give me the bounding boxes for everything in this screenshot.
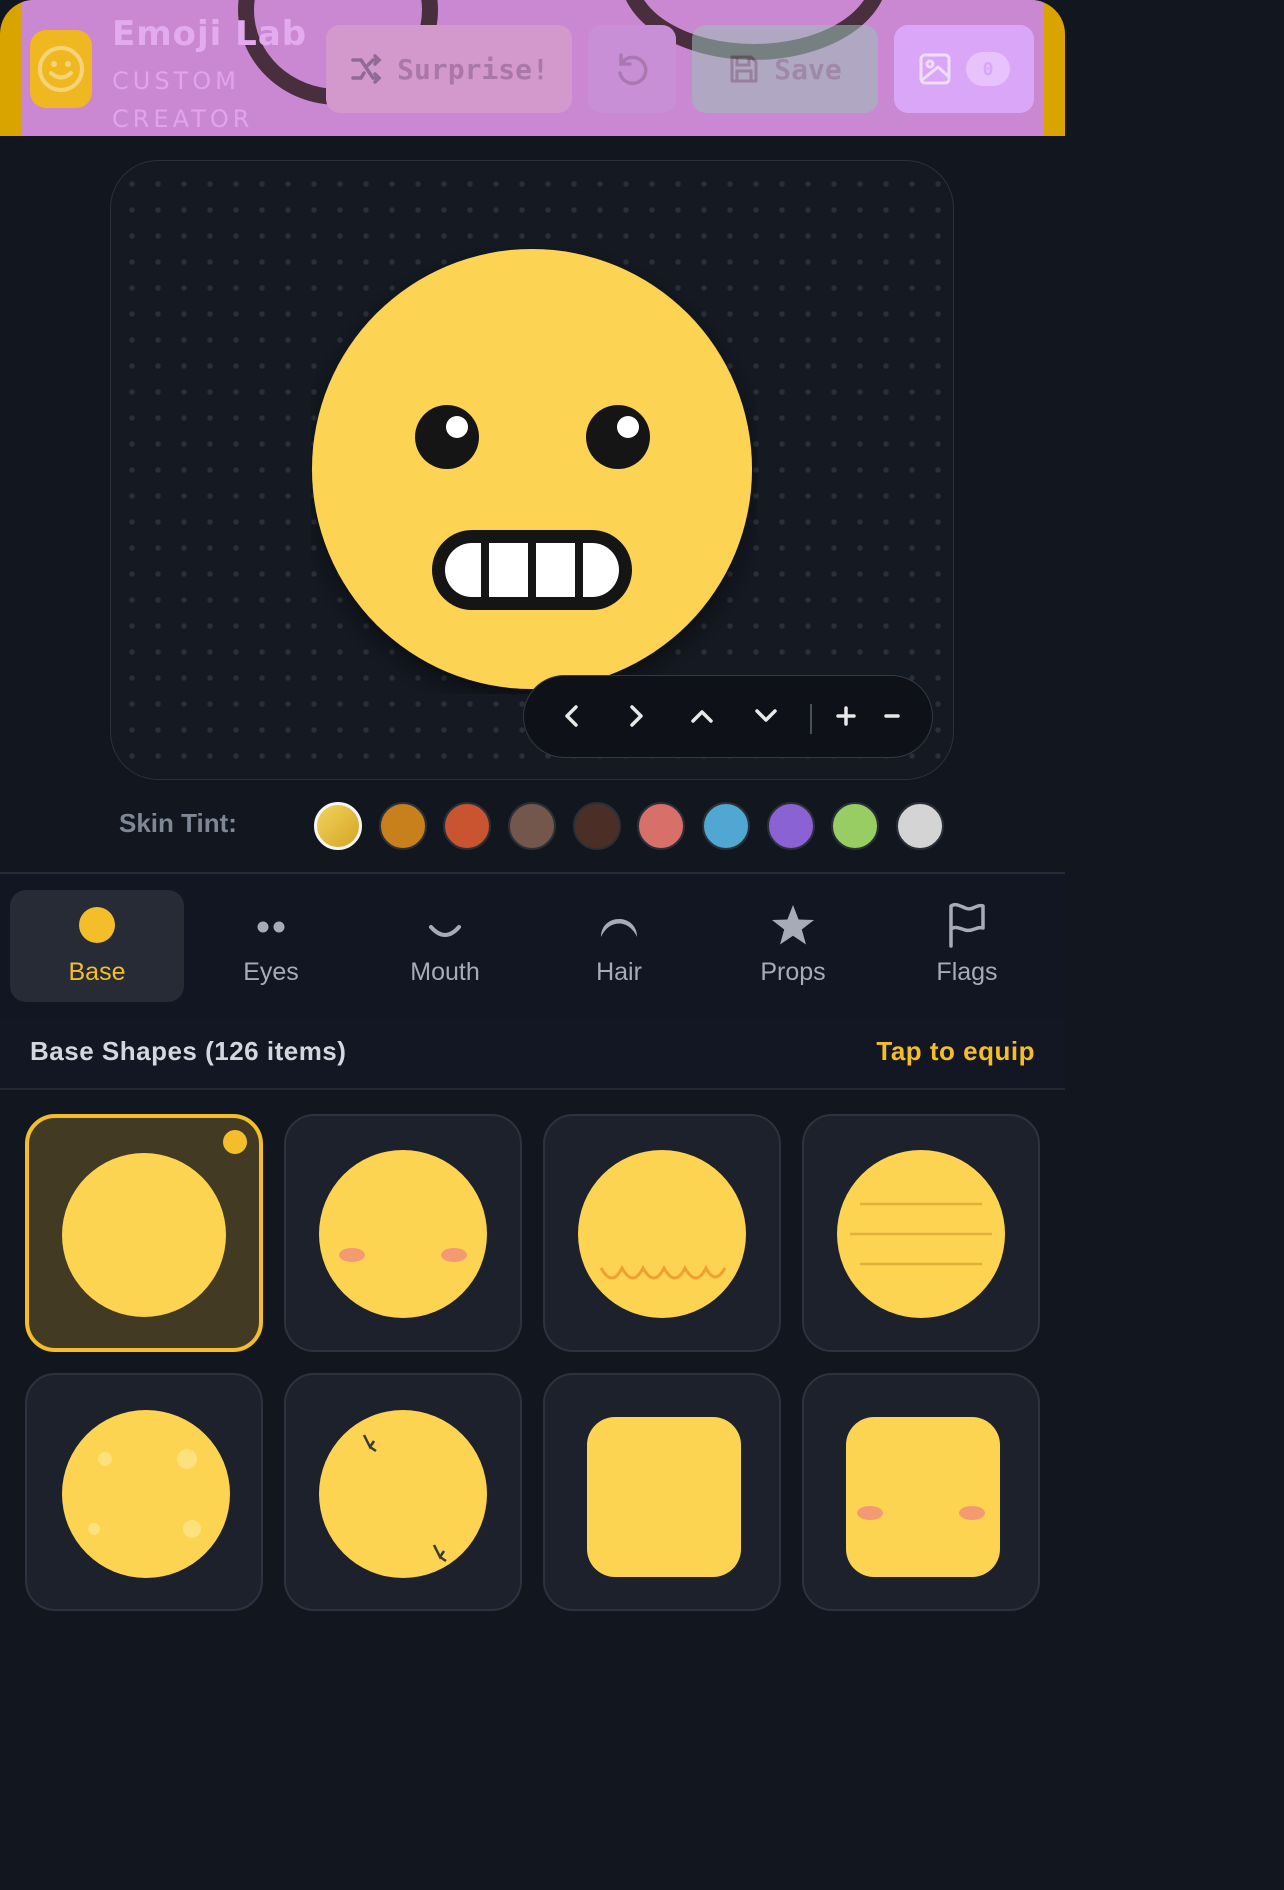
shuffle-icon — [351, 54, 382, 84]
category-tabs: Base Eyes Mouth Hair Props Flags — [0, 872, 1065, 1022]
logo-smiley-icon — [30, 30, 92, 108]
round-face-icon — [62, 1153, 226, 1317]
cracked-face-icon — [319, 1410, 487, 1578]
smile-icon — [429, 925, 461, 937]
lined-face-icon — [837, 1150, 1005, 1318]
tab-label: Base — [68, 958, 126, 986]
undo-icon — [618, 53, 648, 86]
controls-divider — [810, 704, 812, 734]
tab-hair[interactable]: Hair — [532, 890, 706, 1002]
move-left-button[interactable] — [552, 696, 592, 736]
circle-icon — [79, 907, 115, 943]
left-eye — [415, 405, 479, 469]
swatch-orange[interactable] — [443, 802, 491, 850]
chevron-left-icon — [565, 705, 578, 727]
gallery-button[interactable]: 0 — [894, 25, 1034, 113]
app-header: Emoji Lab CUSTOM CREATOR Surprise! Save — [0, 0, 1065, 136]
hair-icon — [601, 919, 637, 937]
base-shape-square-blush[interactable] — [802, 1373, 1040, 1611]
star-icon — [772, 905, 814, 945]
base-shape-lined[interactable] — [802, 1114, 1040, 1352]
zoom-in-button[interactable] — [826, 696, 866, 736]
image-icon — [919, 53, 951, 85]
minus-icon — [884, 714, 900, 718]
skin-tint-label: Skin Tint: — [119, 808, 237, 838]
swatch-pink[interactable] — [637, 802, 685, 850]
tab-base[interactable]: Base — [10, 890, 184, 1002]
base-shape-spotted[interactable] — [25, 1373, 263, 1611]
spotted-face-icon — [62, 1410, 230, 1578]
base-shape-round[interactable] — [25, 1114, 263, 1352]
zoom-out-button[interactable] — [872, 696, 912, 736]
app-title: Emoji Lab — [112, 14, 308, 54]
swatch-amber[interactable] — [379, 802, 427, 850]
tab-label: Mouth — [410, 958, 480, 986]
grimace-mouth — [432, 530, 632, 610]
section-title: Base Shapes (126 items) — [30, 1036, 347, 1066]
swatch-purple[interactable] — [767, 802, 815, 850]
tab-eyes[interactable]: Eyes — [184, 890, 358, 1002]
floppy-disk-icon — [730, 55, 758, 83]
right-eye — [586, 405, 650, 469]
tab-label: Hair — [596, 958, 642, 986]
emoji-face — [312, 249, 752, 689]
blush-face-icon — [319, 1150, 487, 1318]
swatch-green[interactable] — [831, 802, 879, 850]
base-shape-blush[interactable] — [284, 1114, 522, 1352]
flag-icon — [949, 903, 985, 948]
section-header: Base Shapes (126 items) Tap to equip — [0, 1018, 1065, 1090]
tab-label: Eyes — [243, 958, 299, 986]
swatch-gray[interactable] — [896, 802, 944, 850]
tab-props[interactable]: Props — [706, 890, 880, 1002]
section-hint: Tap to equip — [876, 1036, 1035, 1066]
plus-icon — [836, 706, 856, 726]
move-down-button[interactable] — [746, 696, 786, 736]
app-subtitle: CUSTOM CREATOR — [112, 67, 254, 133]
base-shape-wavy[interactable] — [543, 1114, 781, 1352]
tab-mouth[interactable]: Mouth — [358, 890, 532, 1002]
chevron-right-icon — [630, 705, 643, 727]
move-up-button[interactable] — [682, 696, 722, 736]
emoji-preview[interactable] — [311, 248, 757, 698]
tab-label: Flags — [936, 958, 998, 986]
eyes-icon — [257, 921, 285, 933]
position-controls — [523, 675, 933, 758]
face-base — [312, 249, 752, 689]
tab-label: Props — [760, 958, 826, 986]
tab-flags[interactable]: Flags — [880, 890, 1054, 1002]
gallery-count-badge: 0 — [966, 52, 1010, 86]
base-shape-square[interactable] — [543, 1373, 781, 1611]
base-shape-cracked[interactable] — [284, 1373, 522, 1611]
swatch-blue[interactable] — [702, 802, 750, 850]
chevron-up-icon — [691, 710, 713, 723]
move-right-button[interactable] — [616, 696, 656, 736]
square-face-icon — [587, 1417, 741, 1577]
surprise-label: Surprise! — [397, 52, 549, 86]
reset-button[interactable] — [588, 25, 676, 113]
surprise-button[interactable]: Surprise! — [326, 25, 572, 113]
square-blush-face-icon — [846, 1417, 1000, 1577]
swatch-dark-brown[interactable] — [573, 802, 621, 850]
swatch-brown[interactable] — [508, 802, 556, 850]
save-button[interactable]: Save — [692, 25, 878, 113]
swatch-yellow[interactable] — [314, 802, 362, 850]
save-label: Save — [774, 52, 842, 86]
chevron-down-icon — [755, 709, 777, 722]
wavy-face-icon — [578, 1150, 746, 1318]
